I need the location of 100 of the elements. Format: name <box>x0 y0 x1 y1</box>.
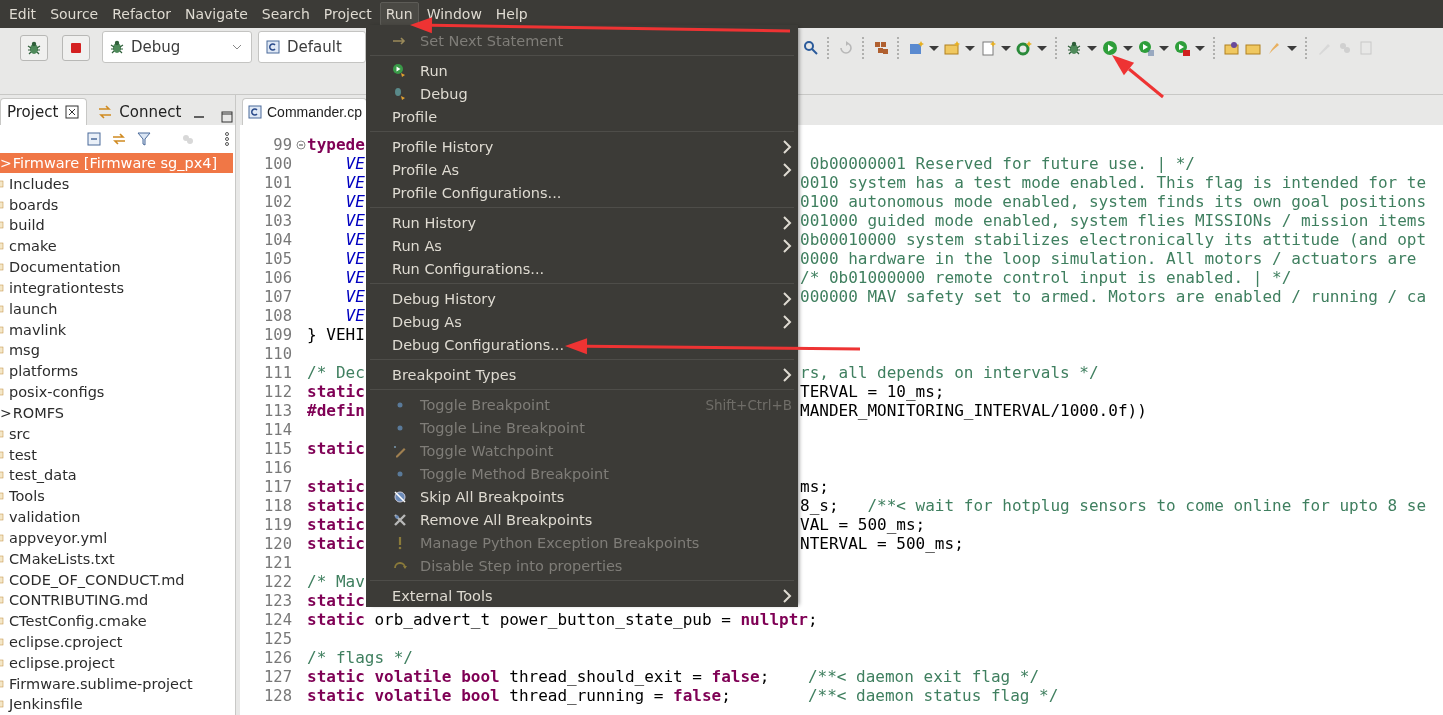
menu-title[interactable]: Window <box>420 2 488 26</box>
line-number: 109 <box>263 325 293 344</box>
code-text: typede <box>307 135 365 154</box>
line-number: 117 <box>263 477 293 496</box>
menu-item[interactable]: Run Configurations... <box>366 257 798 280</box>
code-text: static <box>307 534 365 553</box>
line-number: 104 <box>263 230 293 249</box>
open-folder-icon[interactable] <box>1224 40 1240 56</box>
code-text: VE <box>344 173 365 192</box>
tree-item[interactable]: build <box>0 215 233 236</box>
code-text: 0010 system has a test mode enabled. This flag is intended for te <box>800 173 1427 192</box>
fold-icon[interactable] <box>296 139 306 150</box>
menu-item[interactable]: Run <box>366 59 798 82</box>
tree-item[interactable]: posix-configs <box>0 381 233 403</box>
tree-item[interactable]: launch <box>0 298 233 320</box>
tree-item[interactable]: Documentation <box>0 256 233 278</box>
tree-item[interactable]: CMakeLists.txt <box>0 548 233 570</box>
code-text: VE <box>344 192 365 211</box>
code-text: 0100 autonomous mode enabled, system finds its own goal positions <box>800 192 1427 211</box>
tree-item[interactable]: validation <box>0 506 233 528</box>
menu-title[interactable]: Project <box>317 2 378 26</box>
tree-item[interactable]: msg <box>0 340 233 361</box>
tree-item[interactable]: Jenkinsfile <box>0 694 233 715</box>
launch-target-select[interactable]: Default <box>258 31 366 63</box>
search-icon[interactable] <box>803 40 819 56</box>
code-text: static <box>307 477 365 496</box>
close-icon[interactable] <box>64 103 81 120</box>
tree-item[interactable]: mavlink <box>0 319 233 340</box>
tree-item[interactable]: Includes <box>0 173 233 195</box>
tree-item[interactable]: CODE_OF_CONDUCT.md <box>0 569 233 590</box>
line-number: 103 <box>263 211 293 230</box>
menu-item[interactable]: Run As <box>366 234 798 257</box>
menu-item[interactable]: Profile <box>366 105 798 128</box>
menu-title[interactable]: Help <box>489 2 534 26</box>
menu-item[interactable]: Debug Configurations... <box>366 333 798 356</box>
code-text: static <box>307 496 365 515</box>
run-history-icon[interactable] <box>1138 40 1154 56</box>
bug-icon <box>109 39 125 55</box>
menu-item[interactable]: Debug <box>366 82 798 105</box>
tree-item[interactable]: test <box>0 444 233 465</box>
refresh-icon[interactable] <box>1016 40 1032 56</box>
code-text: static <box>307 591 365 610</box>
code-text: VE <box>344 287 365 306</box>
new-class-icon[interactable] <box>908 40 924 56</box>
code-text: MANDER_MONITORING_INTERVAL/1000.0f)) <box>800 401 1147 420</box>
code-text: /* 0b01000000 remote control input is enabled. | */ <box>800 268 1292 287</box>
code-text: TERVAL = 10_ms; <box>800 382 945 401</box>
run-toolbox-icon[interactable] <box>1174 40 1190 56</box>
line-number: 115 <box>263 439 293 458</box>
menu-item[interactable]: Skip All Breakpoints <box>366 485 798 508</box>
menu-item[interactable]: Profile History <box>366 135 798 158</box>
code-text: #defin <box>307 401 365 420</box>
code-text: VE <box>344 211 365 230</box>
stop-button[interactable] <box>62 35 90 61</box>
tree-item[interactable]: appveyor.yml <box>0 527 233 549</box>
tree-item[interactable]: boards <box>0 194 233 216</box>
filter-icon[interactable] <box>136 130 152 147</box>
debug-button[interactable] <box>20 35 48 61</box>
skip-breakpoints-icon <box>392 488 408 505</box>
menu-item[interactable]: Debug History <box>366 287 798 310</box>
tree-item[interactable]: Tools <box>0 485 233 507</box>
collapse-all-icon[interactable] <box>86 130 102 147</box>
menu-item[interactable]: External Tools <box>366 584 798 607</box>
code-text: rs, all depends on intervals */ <box>800 363 1099 382</box>
menu-title[interactable]: Search <box>255 2 316 26</box>
menu-item[interactable]: Run History <box>366 211 798 234</box>
tree-item[interactable]: eclipse.project <box>0 652 233 674</box>
menu-item[interactable]: Debug As <box>366 310 798 333</box>
bug-icon[interactable] <box>1066 40 1082 56</box>
link-icon[interactable] <box>111 130 127 147</box>
menu-item[interactable]: Remove All Breakpoints <box>366 508 798 531</box>
tree-item[interactable]: integrationtests <box>0 277 233 299</box>
menu-title[interactable]: Navigate <box>178 2 254 26</box>
stop-icon <box>68 40 84 56</box>
tree-item[interactable]: cmake <box>0 235 233 257</box>
menu-item[interactable]: Profile Configurations... <box>366 181 798 204</box>
menu-item[interactable]: Profile As <box>366 158 798 181</box>
launch-mode-select[interactable]: Debug <box>102 31 252 63</box>
tree-item[interactable]: src <box>0 423 233 445</box>
line-number: 114 <box>263 420 293 439</box>
menu-title[interactable]: Edit <box>3 2 43 26</box>
tree-item[interactable]: Firmware.sublime-project <box>0 673 233 695</box>
tree-item[interactable]: test_data <box>0 464 233 486</box>
code-text: } VEHI <box>307 325 365 344</box>
menu-title[interactable]: Refactor <box>106 2 177 26</box>
menu-title[interactable]: Source <box>44 2 105 26</box>
tree-item[interactable]: CTestConfig.cmake <box>0 610 233 632</box>
code-text: VE <box>344 268 365 287</box>
maximize-icon[interactable] <box>219 108 235 125</box>
editor-tab[interactable]: Commander.cp <box>242 98 367 125</box>
menu-item[interactable]: Breakpoint Types <box>366 363 798 386</box>
code-text: 0000 hardware in the loop simulation. All motors / actuators are <box>800 249 1417 268</box>
menu-title[interactable]: Run <box>379 2 419 26</box>
tree-item[interactable]: platforms <box>0 360 233 382</box>
tree-item[interactable]: >ROMFS <box>0 402 233 424</box>
grid-icon[interactable] <box>873 40 889 56</box>
tree-item[interactable]: CONTRIBUTING.md <box>0 589 233 611</box>
expand-arrow[interactable]: > <box>0 404 12 421</box>
tree-item[interactable]: eclipse.cproject <box>0 631 233 653</box>
view-tab[interactable]: Project <box>0 97 88 125</box>
